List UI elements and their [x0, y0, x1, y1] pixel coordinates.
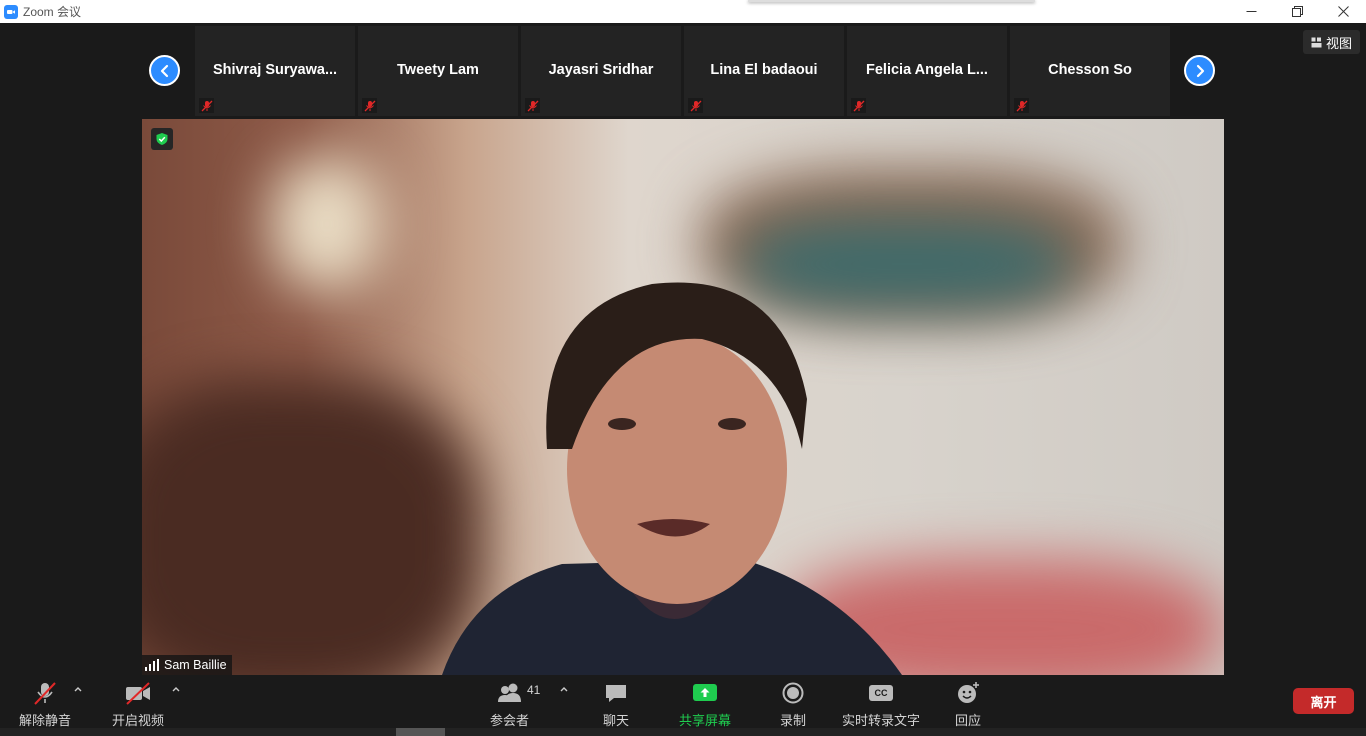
chevron-up-icon[interactable]	[171, 684, 181, 694]
main-video[interactable]	[142, 119, 1224, 675]
encryption-shield-button[interactable]	[151, 128, 173, 150]
chevron-up-icon[interactable]	[559, 684, 569, 694]
chat-label: 聊天	[603, 713, 630, 728]
participant-thumbnail[interactable]: Lina El badaoui	[684, 26, 844, 116]
start-video-label: 开启视频	[112, 713, 165, 728]
share-screen-icon	[693, 684, 717, 701]
window-title: Zoom 会议	[23, 5, 82, 19]
unmute-button[interactable]: 解除静音	[19, 680, 71, 729]
chevron-right-icon	[1196, 64, 1204, 77]
muted-mic-icon	[1014, 98, 1029, 113]
muted-mic-icon	[688, 98, 703, 113]
participant-thumbnail[interactable]: Tweety Lam	[358, 26, 518, 116]
speaker-figure	[442, 282, 902, 675]
participants-label: 参会者	[490, 713, 530, 728]
closed-captions-icon: CC	[869, 685, 893, 701]
chevron-left-icon	[160, 64, 168, 77]
participants-icon	[497, 683, 521, 702]
muted-mic-icon	[199, 98, 214, 113]
muted-mic-icon	[525, 98, 540, 113]
close-icon	[1337, 6, 1349, 17]
strip-prev-button[interactable]	[149, 55, 180, 86]
participant-thumbnail[interactable]: Chesson So	[1010, 26, 1170, 116]
view-button[interactable]: 视图	[1302, 30, 1360, 54]
view-button-label: 视图	[1325, 35, 1352, 51]
participant-name: Tweety Lam	[397, 62, 479, 78]
chat-icon	[606, 685, 626, 702]
participant-name: Jayasri Sridhar	[548, 62, 654, 78]
start-video-button[interactable]: 开启视频	[112, 680, 164, 729]
reactions-button[interactable]: 回应	[955, 680, 981, 729]
smiley-plus-icon	[958, 682, 979, 703]
chevron-up-icon[interactable]	[73, 684, 83, 694]
live-transcript-button[interactable]: CC 实时转录文字	[842, 680, 920, 729]
grid-icon	[1311, 37, 1322, 47]
live-transcript-label: 实时转录文字	[842, 713, 921, 728]
participants-count: 41	[527, 683, 541, 697]
scrollbar-thumb[interactable]	[396, 728, 445, 736]
participant-name: Chesson So	[1048, 62, 1132, 78]
participant-thumbnail[interactable]: Shivraj Suryawa...	[195, 26, 355, 116]
participant-thumbnail[interactable]: Jayasri Sridhar	[521, 26, 681, 116]
chat-button[interactable]: 聊天	[603, 680, 629, 729]
minimize-button[interactable]	[1228, 0, 1274, 23]
close-button[interactable]	[1320, 0, 1366, 23]
participant-name: Shivraj Suryawa...	[212, 62, 338, 78]
muted-mic-icon	[362, 98, 377, 113]
muted-mic-icon	[851, 98, 866, 113]
strip-next-button[interactable]	[1184, 55, 1215, 86]
zoom-logo-icon	[4, 4, 18, 19]
meeting-toolbar: 解除静音 开启视频 参会者 41 聊天 共享屏幕 录制 CC 实时转录文字 回应	[0, 675, 1366, 736]
signal-strength-icon	[145, 659, 159, 671]
participant-name: Felicia Angela L...	[866, 62, 988, 78]
participant-name: Lina El badaoui	[710, 62, 818, 78]
shield-check-icon	[156, 133, 168, 145]
share-screen-label: 共享屏幕	[679, 713, 732, 728]
restore-button[interactable]	[1274, 0, 1320, 23]
muted-mic-icon	[34, 682, 56, 705]
speaker-name-tag: Sam Baillie	[142, 655, 232, 675]
horizontal-scrollbar[interactable]	[0, 728, 1366, 736]
title-bar: Zoom 会议	[0, 0, 1366, 23]
minimize-icon	[1246, 11, 1256, 12]
reactions-label: 回应	[955, 713, 982, 728]
unmute-label: 解除静音	[19, 713, 72, 728]
participant-thumbnail[interactable]: Felicia Angela L...	[847, 26, 1007, 116]
restore-icon	[1291, 6, 1303, 17]
participants-button[interactable]: 参会者	[490, 680, 529, 729]
share-screen-button[interactable]: 共享屏幕	[679, 680, 731, 729]
record-icon	[782, 682, 804, 704]
record-label: 录制	[780, 713, 807, 728]
record-button[interactable]: 录制	[780, 680, 806, 729]
title-popup-edge	[748, 0, 1035, 2]
video-off-icon	[126, 682, 150, 705]
speaker-name: Sam Baillie	[164, 658, 227, 672]
leave-meeting-button[interactable]: 离开	[1293, 688, 1354, 714]
